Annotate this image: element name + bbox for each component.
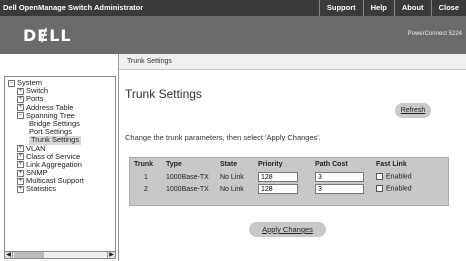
expand-icon[interactable]: + xyxy=(17,161,24,169)
close-link[interactable]: Close xyxy=(430,0,466,16)
table-header-row: Trunk Type State Priority Path Cost Fast… xyxy=(130,159,450,171)
tree-item[interactable]: + Switch xyxy=(5,87,115,95)
col-priority: Priority xyxy=(258,161,283,168)
top-nav: Support Help About Close xyxy=(318,0,466,16)
tree-item[interactable]: − System xyxy=(5,78,115,87)
collapse-icon[interactable]: − xyxy=(8,79,15,87)
tree-list: − System + Switch + Ports + Address Table − Spann… xyxy=(5,77,115,194)
table-row: 1 1000Base-TX No Link Enabled xyxy=(130,171,450,183)
trunk-table: Trunk Type State Priority Path Cost Fast… xyxy=(130,159,450,195)
trunk-table-panel: Trunk Type State Priority Path Cost Fast… xyxy=(129,157,449,206)
dell-logo: DɆLL xyxy=(23,26,72,45)
fast-link-checkbox[interactable] xyxy=(376,185,383,193)
priority-input[interactable] xyxy=(258,184,298,194)
priority-cell xyxy=(254,183,311,195)
trunk-state: No Link xyxy=(220,173,244,181)
collapse-icon[interactable]: − xyxy=(17,112,24,120)
col-fast-link: Fast Link xyxy=(376,161,407,168)
trunk-id: 2 xyxy=(144,185,148,193)
col-state: State xyxy=(220,161,238,168)
expand-icon[interactable]: + xyxy=(17,169,24,177)
col-path-cost: Path Cost xyxy=(315,161,348,168)
title-bar: Dell OpenManage Switch Administrator Sup… xyxy=(0,0,466,16)
col-type: Type xyxy=(166,161,182,168)
col-trunk: Trunk xyxy=(134,161,154,168)
horizontal-scrollbar[interactable]: ◀ ▶ xyxy=(4,251,116,259)
brand-bar: DɆLL PowerConnect 5224 xyxy=(0,16,466,54)
fast-link-checkbox[interactable] xyxy=(376,173,383,181)
trunk-type: 1000Base-TX xyxy=(166,173,209,181)
expand-icon[interactable]: + xyxy=(17,145,24,153)
path-cost-input[interactable] xyxy=(315,184,364,194)
fast-link-label: Enabled xyxy=(386,173,412,181)
expand-icon[interactable]: + xyxy=(17,104,24,112)
tree-item[interactable]: Trunk Settings xyxy=(5,136,115,145)
refresh-button[interactable]: Refresh xyxy=(395,103,431,118)
model-name: PowerConnect 5224 xyxy=(407,31,462,37)
trunk-id: 1 xyxy=(144,173,148,181)
scroll-left-icon[interactable]: ◀ xyxy=(5,252,13,258)
help-link[interactable]: Help xyxy=(362,0,394,16)
page-title: Trunk Settings xyxy=(125,87,202,101)
scroll-thumb[interactable] xyxy=(14,252,44,258)
tree-item[interactable]: + Statistics xyxy=(5,185,115,193)
expand-icon[interactable]: + xyxy=(17,153,24,161)
path-cost-input[interactable] xyxy=(315,172,364,182)
priority-input[interactable] xyxy=(258,172,298,182)
trunk-type: 1000Base-TX xyxy=(166,185,209,193)
breadcrumb: Trunk Settings xyxy=(119,54,466,70)
instructions-text: Change the trunk parameters, then select… xyxy=(125,133,321,142)
trunk-state: No Link xyxy=(220,185,244,193)
expand-icon[interactable]: + xyxy=(17,95,24,103)
app-title: Dell OpenManage Switch Administrator xyxy=(3,3,144,12)
expand-icon[interactable]: + xyxy=(17,185,24,193)
expand-icon[interactable]: + xyxy=(17,87,24,95)
apply-changes-button[interactable]: Apply Changes xyxy=(249,222,326,237)
tree-item-label: Statistics xyxy=(26,184,57,194)
nav-tree-pane: − System + Switch + Ports + Address Table − Spann… xyxy=(0,54,119,261)
table-row: 2 1000Base-TX No Link Enabled xyxy=(130,183,450,195)
fast-link-cell: Enabled xyxy=(372,171,450,183)
fast-link-cell: Enabled xyxy=(372,183,450,195)
priority-cell xyxy=(254,171,311,183)
tree-item[interactable]: + Multicast Support xyxy=(5,177,115,185)
expand-icon[interactable]: + xyxy=(17,177,24,185)
fast-link-label: Enabled xyxy=(386,185,412,193)
scroll-right-icon[interactable]: ▶ xyxy=(107,252,115,258)
nav-tree: − System + Switch + Ports + Address Table − Spann… xyxy=(4,76,116,253)
support-link[interactable]: Support xyxy=(318,0,363,16)
path-cost-cell xyxy=(311,171,372,183)
path-cost-cell xyxy=(311,183,372,195)
about-link[interactable]: About xyxy=(393,0,431,16)
tree-item[interactable]: + Link Aggregation xyxy=(5,160,115,169)
